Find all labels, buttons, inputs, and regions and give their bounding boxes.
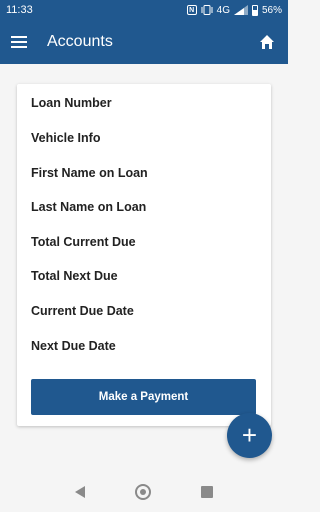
add-fab-button[interactable]: + [227,413,272,458]
field-current-due-date: Current Due Date [31,304,134,318]
home-icon[interactable] [259,34,275,50]
field-loan-number: Loan Number [31,96,112,110]
battery-icon [251,4,258,16]
battery-level: 56% [261,4,282,16]
status-bar: 11:33 N 4G 56% [0,0,288,20]
menu-icon[interactable] [11,36,27,48]
signal-icon [233,5,248,15]
plus-icon: + [241,420,258,450]
network-type: 4G [216,4,230,16]
nfc-icon: N [186,5,197,15]
field-last-name: Last Name on Loan [31,200,147,214]
app-bar: Accounts [0,20,288,64]
field-total-next-due: Total Next Due [31,269,118,283]
home-nav-icon[interactable] [135,484,151,500]
field-total-current-due: Total Current Due [31,235,136,249]
field-next-due-date: Next Due Date [31,339,116,353]
page-title: Accounts [47,33,113,50]
make-payment-button[interactable]: Make a Payment [31,379,256,415]
status-icons: N 4G 56% [186,4,282,16]
back-icon[interactable] [75,486,85,498]
field-first-name: First Name on Loan [31,166,148,180]
account-card: Loan Number Vehicle Info First Name on L… [17,84,271,426]
status-time: 11:33 [6,4,33,16]
system-nav-bar [0,472,288,512]
vibrate-icon [201,5,213,15]
field-vehicle-info: Vehicle Info [31,131,101,145]
recent-apps-icon[interactable] [201,486,213,498]
